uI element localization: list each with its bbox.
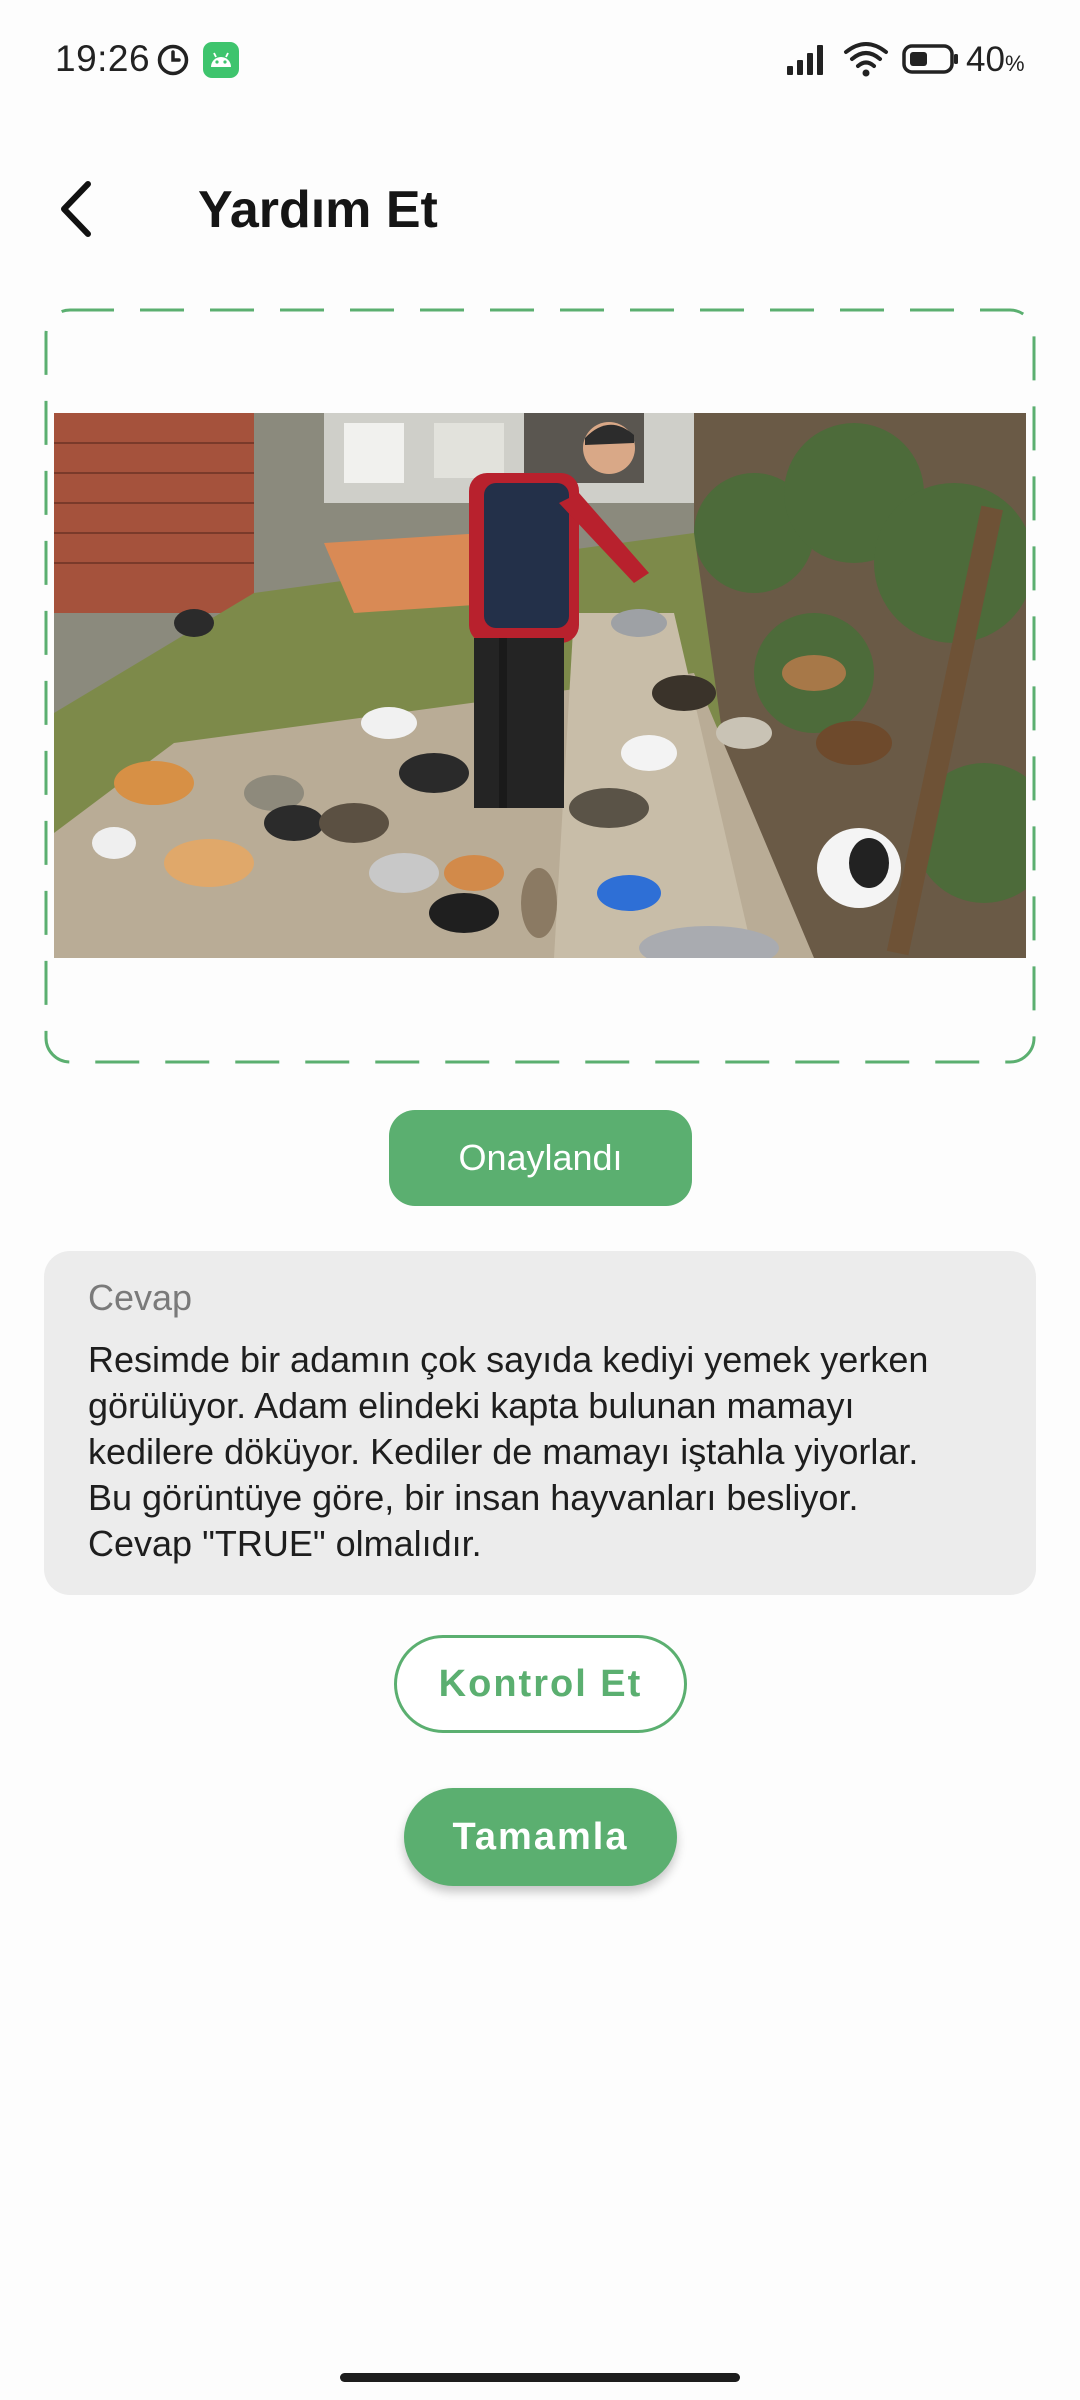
home-indicator[interactable] (340, 2373, 740, 2382)
uploaded-photo (54, 413, 1026, 958)
status-bar: 19:26 40% (0, 0, 1080, 120)
answer-line: Cevap "TRUE" olmalıdır. (88, 1523, 482, 1564)
answer-line: Bu görüntüye göre, bir insan hayvanları … (88, 1477, 859, 1518)
answer-label: Cevap (88, 1277, 193, 1318)
answer-line: Resimde bir adamın çok sayıda kediyi yem… (88, 1339, 929, 1380)
answer-card: Cevap Resimde bir adamın çok sayıda kedi… (44, 1251, 1036, 1595)
answer-line: kedilere döküyor. Kediler de mamayı işta… (88, 1431, 919, 1472)
app-screen: 19:26 40% Yardım Et Onaylandı Cevap Resi… (0, 0, 1080, 2400)
complete-button[interactable]: Tamamla (404, 1788, 677, 1886)
answer-text: Resimde bir adamın çok sayıda kediyi yem… (88, 1337, 992, 1567)
battery-value: 40 (966, 40, 1005, 79)
battery-icon (902, 44, 958, 74)
back-button[interactable] (52, 178, 102, 240)
answer-line: görülüyor. Adam elindeki kapta bulunan m… (88, 1385, 855, 1426)
battery-unit: % (1004, 51, 1025, 76)
check-button[interactable]: Kontrol Et (394, 1635, 687, 1733)
image-upload-frame[interactable] (44, 308, 1036, 1064)
page-title: Yardım Et (198, 181, 438, 239)
chevron-left-icon (61, 181, 91, 237)
status-time: 19:26 (55, 38, 151, 79)
signal-icon (787, 45, 823, 75)
android-icon (203, 42, 239, 78)
battery-percentage: 40% (966, 40, 1025, 80)
clock-icon (157, 44, 189, 76)
status-badge: Onaylandı (389, 1110, 692, 1206)
wifi-icon (844, 42, 888, 77)
